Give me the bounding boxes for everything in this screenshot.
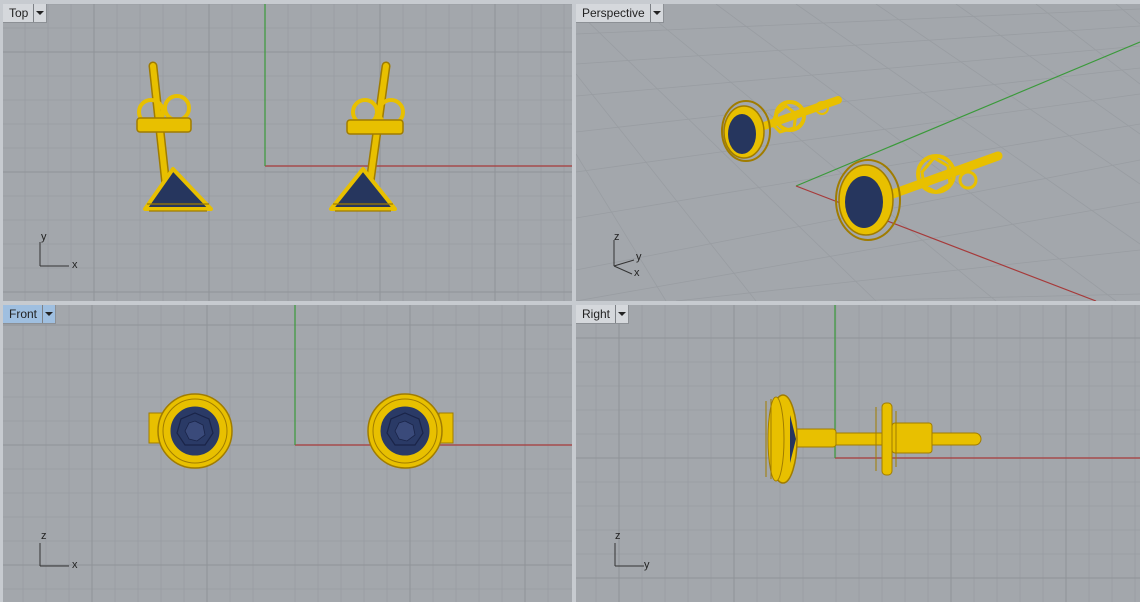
grid — [576, 305, 1140, 602]
viewport-top[interactable]: y x Top — [3, 4, 572, 301]
viewport-tab-front[interactable]: Front — [3, 305, 57, 324]
viewport-tab-right[interactable]: Right — [576, 305, 630, 324]
viewport-right[interactable]: z y Right — [576, 305, 1140, 602]
grid — [3, 4, 572, 301]
dropdown-arrow-icon[interactable] — [649, 4, 663, 22]
axis-gizmo — [39, 242, 69, 267]
dropdown-arrow-icon[interactable] — [42, 305, 55, 323]
viewport-right-canvas[interactable] — [576, 305, 1140, 602]
axis-label-x: x — [72, 559, 78, 571]
viewport-label[interactable]: Top — [3, 6, 33, 20]
viewport-tab-perspective[interactable]: Perspective — [576, 4, 664, 23]
earring-right[interactable] — [329, 61, 405, 212]
axis-label-x: x — [72, 259, 78, 271]
earring-front[interactable] — [835, 151, 1003, 241]
earring-right[interactable] — [367, 393, 454, 469]
earring-left[interactable] — [148, 393, 233, 469]
grid — [3, 305, 572, 602]
axis-label-y: y — [644, 559, 650, 571]
axis-gizmo — [613, 240, 635, 275]
viewport-label[interactable]: Front — [3, 307, 42, 321]
viewport-label[interactable]: Right — [576, 307, 615, 321]
earring[interactable] — [765, 394, 982, 484]
axis-label-x: x — [634, 267, 640, 279]
axis-label-z: z — [615, 530, 621, 542]
viewport-label[interactable]: Perspective — [576, 6, 650, 20]
axis-gizmo — [39, 543, 69, 567]
axis-label-y: y — [636, 251, 642, 263]
axis-label-y: y — [41, 231, 47, 243]
viewport-perspective-canvas[interactable] — [576, 4, 1140, 301]
dropdown-arrow-icon[interactable] — [615, 305, 628, 323]
dropdown-arrow-icon[interactable] — [33, 4, 46, 22]
viewport-perspective[interactable]: z y x Perspective — [576, 4, 1140, 301]
grid — [576, 4, 1140, 301]
viewport-front[interactable]: z x Front — [3, 305, 572, 602]
axis-label-z: z — [614, 231, 620, 243]
earring-back[interactable] — [721, 96, 842, 162]
axis-label-z: z — [41, 530, 47, 542]
viewport-front-canvas[interactable] — [3, 305, 572, 602]
viewport-tab-top[interactable]: Top — [3, 4, 48, 23]
viewport-grid: y x Top z y x Perspective z x Front z y … — [0, 0, 1140, 602]
viewport-top-canvas[interactable] — [3, 4, 572, 301]
earring-left[interactable] — [136, 61, 213, 212]
